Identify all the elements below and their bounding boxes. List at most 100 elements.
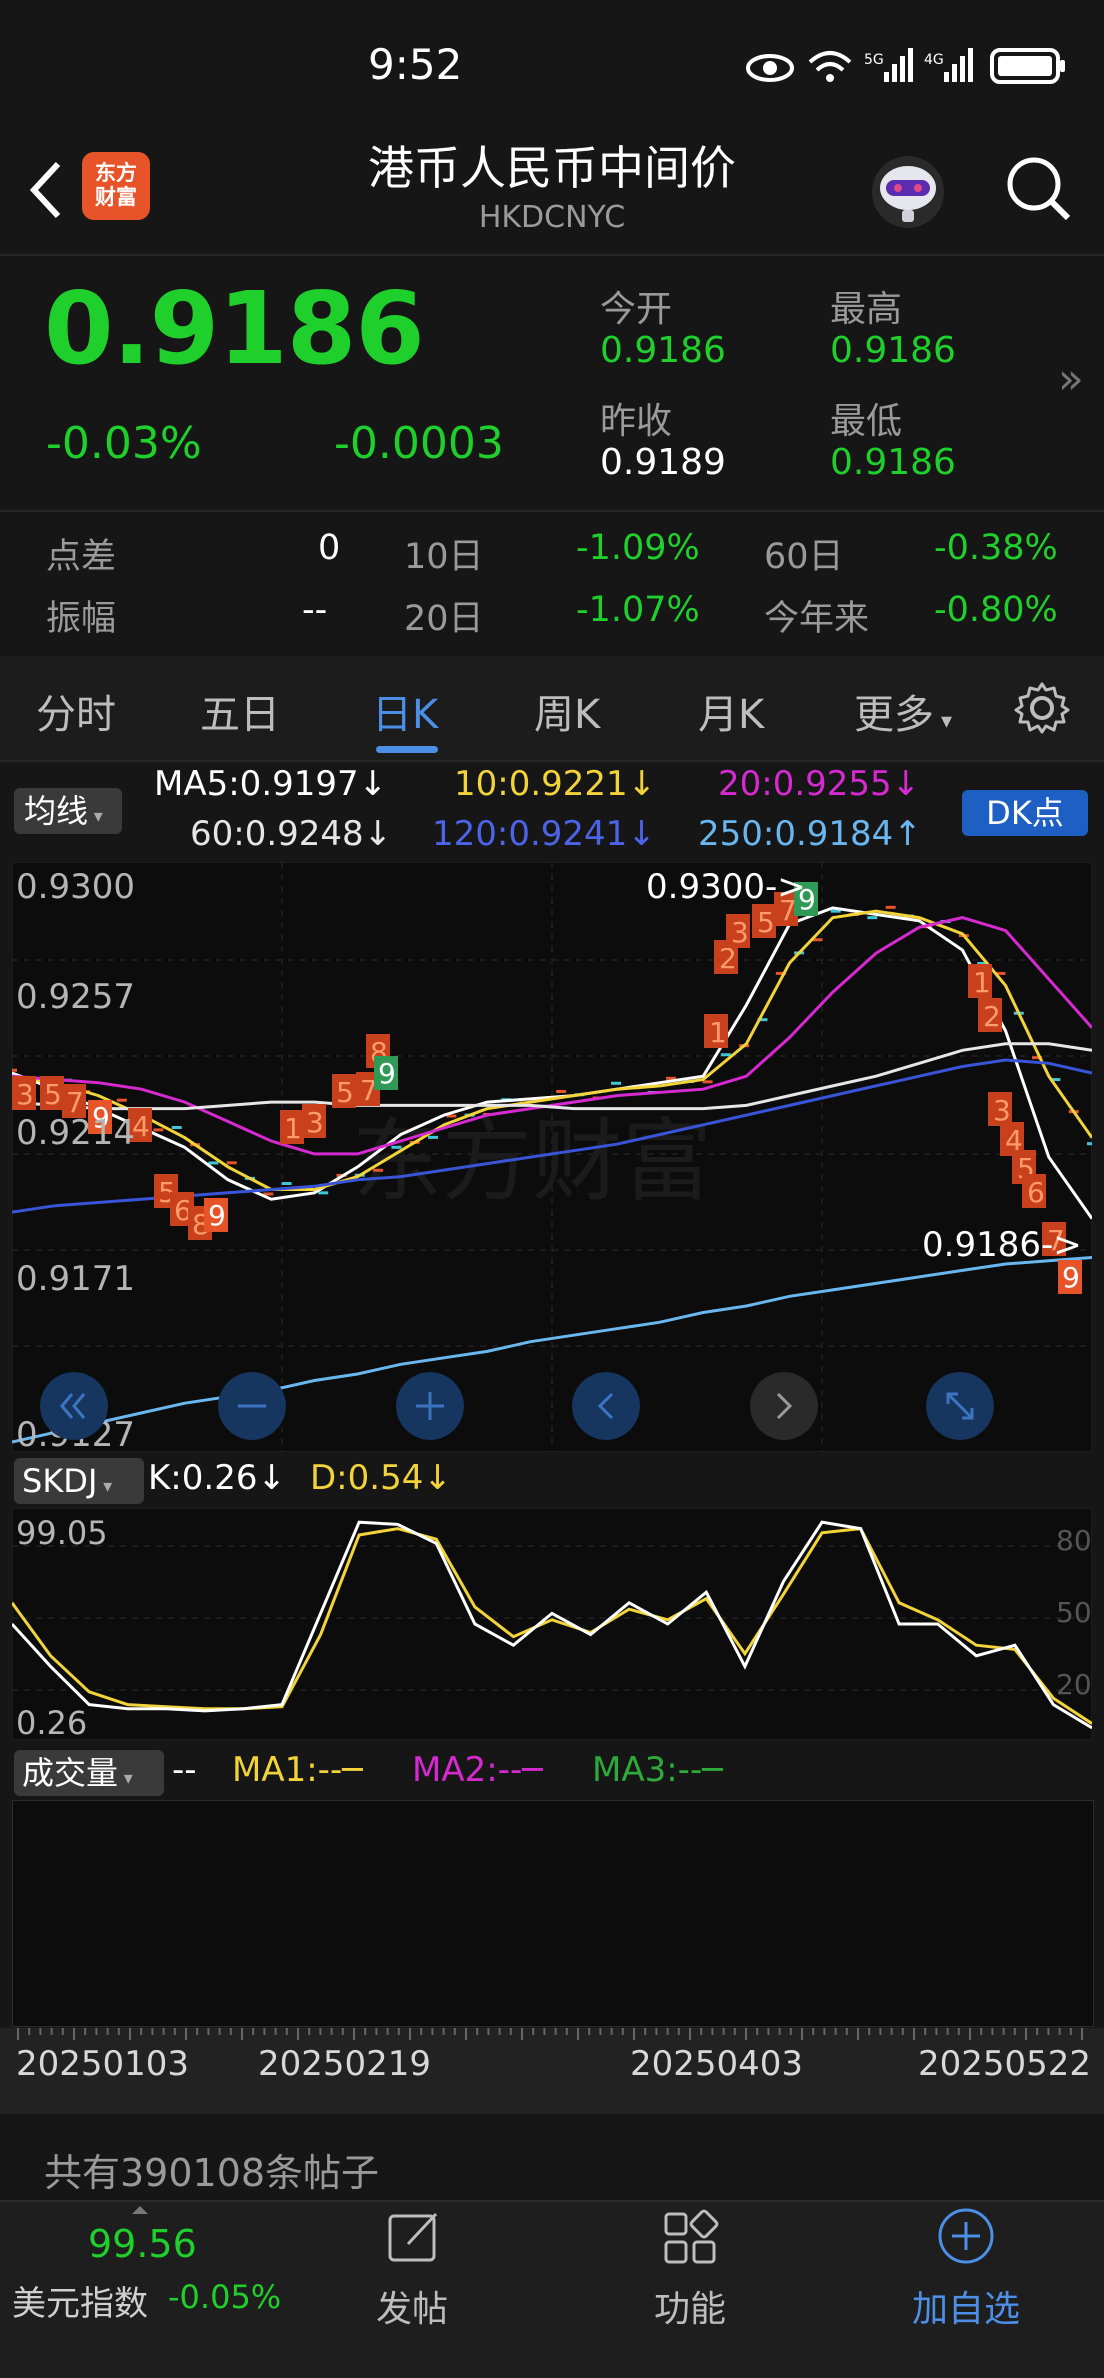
tab-more[interactable]: 更多 ▾ (854, 682, 952, 740)
svg-text:1: 1 (284, 1112, 302, 1145)
watermark-2: 财富 (532, 1109, 712, 1214)
svg-text:6: 6 (1027, 1176, 1045, 1209)
change-percent: -0.03% (46, 418, 202, 469)
date-axis-ticks (17, 2028, 1083, 2040)
skdj-d-value: D:0.54↓ (310, 1458, 452, 1498)
signal-icon-2 (944, 48, 973, 82)
expand-up-icon[interactable] (130, 2204, 150, 2216)
skdj-y-top: 99.05 (16, 1514, 108, 1552)
last-price-annotation: 0.9186-> (922, 1225, 1082, 1265)
high-value: 0.9186 (830, 330, 956, 371)
signal-icon (884, 48, 913, 82)
ma5-legend: MA5:0.9197↓ (154, 764, 388, 804)
spread-label: 点差 (46, 537, 117, 577)
eye-icon (746, 54, 794, 82)
svg-text:9: 9 (378, 1057, 396, 1090)
indicator-selector-button[interactable]: SKDJ ▾ (14, 1458, 144, 1504)
ma20-legend: 20:0.9255↓ (718, 764, 921, 804)
tab-weekly-k[interactable]: 周K (534, 682, 600, 740)
tab-monthly-k[interactable]: 月K (698, 682, 764, 740)
ytd-value: -0.80% (934, 590, 1058, 630)
robot-avatar-icon[interactable] (866, 148, 950, 232)
volume-ma1: MA1:--─ (232, 1750, 363, 1790)
svg-text:5: 5 (44, 1078, 62, 1111)
svg-text:1: 1 (709, 1016, 727, 1049)
dk-point-button[interactable]: DK点 (962, 790, 1088, 836)
svg-text:5: 5 (336, 1076, 354, 1109)
last-price: 0.9186 (44, 270, 425, 387)
skdj-tick-50: 50 (1056, 1596, 1092, 1629)
fullscreen-icon[interactable] (926, 1372, 994, 1440)
skdj-chart[interactable]: 99.05 0.26 80 50 20 (12, 1508, 1092, 1740)
active-tab-indicator (376, 746, 438, 753)
zoom-in-icon[interactable] (396, 1372, 464, 1440)
low-label: 最低 (830, 401, 903, 442)
svg-text:5: 5 (757, 906, 775, 939)
max-price-annotation: 0.9300-> (646, 867, 806, 907)
amplitude-label: 振幅 (46, 599, 117, 639)
svg-text:3: 3 (731, 916, 749, 949)
tab-intraday[interactable]: 分时 (36, 682, 116, 740)
search-icon[interactable] (1000, 150, 1076, 226)
low-value: 0.9186 (830, 442, 956, 483)
index-value[interactable]: 99.56 (88, 2222, 197, 2266)
prev-close-value: 0.9189 (600, 442, 726, 483)
kline-chart[interactable]: 东方 财富 1 2 3 5 7 9 1 2 3 4 5 6 7 9 3 5 7 … (12, 862, 1092, 1452)
previous-icon[interactable] (572, 1372, 640, 1440)
skdj-k-value: K:0.26↓ (148, 1458, 286, 1498)
ma-selector-button[interactable]: 均线 ▾ (14, 788, 122, 834)
volume-ma3: MA3:--─ (592, 1750, 723, 1790)
svg-text:9: 9 (1062, 1261, 1080, 1294)
d10-label: 10日 (404, 537, 484, 577)
volume-chart[interactable] (12, 1800, 1094, 2027)
skdj-y-bottom: 0.26 (16, 1704, 87, 1740)
function-button[interactable]: 功能 (654, 2280, 726, 2332)
network-4g-label: 4G (924, 52, 944, 68)
d20-label: 20日 (404, 599, 484, 639)
ma250-legend: 250:0.9184↑ (698, 814, 922, 854)
function-grid-icon[interactable] (660, 2208, 720, 2268)
skdj-tick-20: 20 (1056, 1668, 1092, 1701)
index-name[interactable]: 美元指数 (12, 2276, 148, 2325)
d10-value: -1.09% (576, 528, 700, 568)
high-label: 最高 (830, 289, 903, 330)
post-edit-icon[interactable] (384, 2208, 444, 2268)
wifi-icon (808, 51, 852, 82)
tab-five-day[interactable]: 五日 (200, 682, 280, 740)
add-watchlist-icon[interactable] (936, 2206, 996, 2266)
post-button[interactable]: 发帖 (376, 2280, 448, 2332)
y-label-2: 0.9214 (16, 1113, 135, 1153)
y-label-1: 0.9257 (16, 977, 135, 1017)
tab-daily-k[interactable]: 日K (372, 682, 438, 740)
svg-text:3: 3 (16, 1078, 34, 1111)
d60-value: -0.38% (934, 528, 1058, 568)
volume-selector-button[interactable]: 成交量 ▾ (14, 1750, 164, 1796)
ma60-legend: 60:0.9248↓ (190, 814, 393, 854)
amplitude-value: -- (302, 590, 328, 630)
zoom-out-icon[interactable] (218, 1372, 286, 1440)
post-count[interactable]: 共有390108条帖子 (44, 2142, 379, 2197)
volume-ma2: MA2:--─ (412, 1750, 543, 1790)
prev-close-label: 昨收 (600, 401, 673, 442)
open-label: 今开 (600, 289, 673, 330)
skdj-tick-80: 80 (1056, 1524, 1092, 1557)
ytd-label: 今年来 (764, 599, 870, 639)
date-tick-2: 20250403 (630, 2044, 804, 2084)
open-value: 0.9186 (600, 330, 726, 371)
status-icons: 5G 4G (746, 48, 1065, 84)
ma10-legend: 10:0.9221↓ (454, 764, 657, 804)
d60-label: 60日 (764, 537, 844, 577)
settings-gear-icon[interactable] (1014, 680, 1070, 736)
date-tick-0: 20250103 (16, 2044, 190, 2084)
y-label-0: 0.9300 (16, 867, 135, 907)
svg-text:3: 3 (306, 1106, 324, 1139)
add-watchlist-button[interactable]: 加自选 (912, 2280, 1020, 2332)
more-quote-icon[interactable]: » (1058, 354, 1084, 403)
d20-value: -1.07% (576, 590, 700, 630)
first-page-icon[interactable] (40, 1372, 108, 1440)
spread-value: 0 (318, 528, 341, 568)
date-tick-1: 20250219 (258, 2044, 432, 2084)
next-icon[interactable] (750, 1372, 818, 1440)
volume-value: -- (172, 1750, 197, 1790)
battery-icon (990, 48, 1065, 84)
